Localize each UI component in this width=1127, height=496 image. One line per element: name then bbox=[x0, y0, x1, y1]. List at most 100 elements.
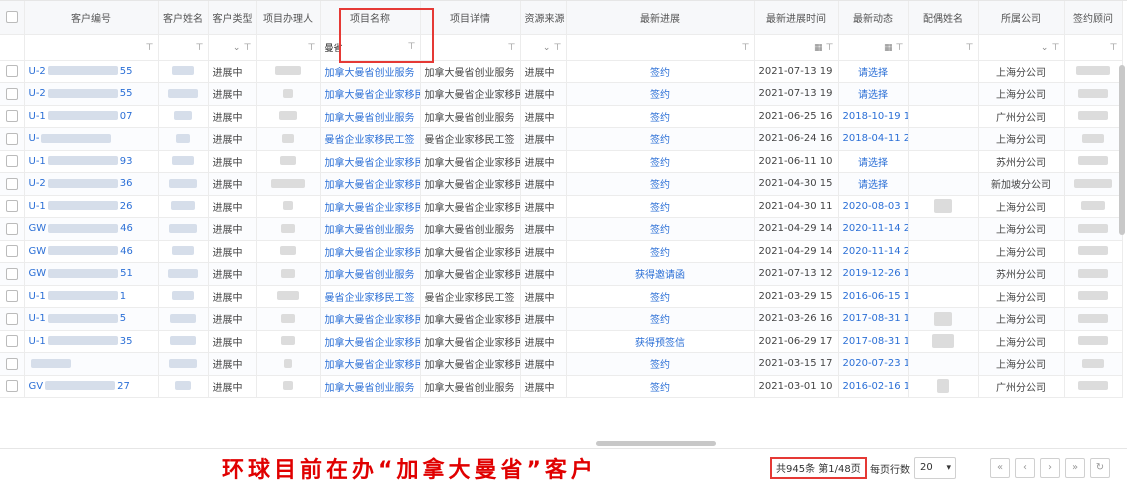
cell-project-name[interactable]: 加拿大曼省企业家移民 bbox=[320, 240, 421, 263]
cell-customer-id[interactable]: U-1 07 bbox=[24, 105, 159, 128]
cell-customer-id[interactable]: GW 46 bbox=[24, 240, 159, 263]
cell-customer-id[interactable]: U-1 93 bbox=[24, 150, 159, 173]
checkbox-icon[interactable] bbox=[5, 380, 18, 393]
cell-latest[interactable]: 2017-08-31 1 bbox=[838, 330, 909, 353]
checkbox-icon[interactable] bbox=[5, 290, 18, 303]
cell-latest[interactable]: 2016-06-15 1 bbox=[838, 285, 909, 308]
filter-cell-progress[interactable]: ⊤ bbox=[566, 34, 755, 61]
cell-progress[interactable]: 签约 bbox=[566, 127, 755, 151]
row-checkbox[interactable] bbox=[0, 105, 25, 128]
cell-latest[interactable]: 2018-10-19 14 bbox=[838, 105, 909, 128]
row-checkbox[interactable] bbox=[0, 172, 25, 196]
funnel-icon[interactable]: ⊤ bbox=[244, 43, 252, 53]
horizontal-scrollbar[interactable] bbox=[596, 441, 716, 446]
checkbox-icon[interactable] bbox=[5, 200, 18, 213]
cell-project-name[interactable]: 加拿大曼省创业服务 bbox=[320, 60, 421, 83]
row-checkbox[interactable] bbox=[0, 150, 25, 173]
checkbox-icon[interactable] bbox=[5, 357, 18, 370]
prev-page-button[interactable]: ‹ bbox=[1015, 458, 1035, 478]
funnel-icon[interactable]: ⊤ bbox=[196, 43, 204, 53]
cell-latest[interactable]: 请选择 bbox=[838, 82, 909, 106]
row-checkbox[interactable] bbox=[0, 127, 25, 151]
column-header-proj-name[interactable]: 项目名称 bbox=[320, 1, 421, 35]
cell-progress[interactable]: 签约 bbox=[566, 105, 755, 128]
checkbox-icon[interactable] bbox=[5, 222, 18, 235]
funnel-icon[interactable]: ⊤ bbox=[146, 43, 154, 53]
cell-customer-id[interactable]: U-1 5 bbox=[24, 307, 159, 331]
cell-project-name[interactable]: 加拿大曼省企业家移民 bbox=[320, 172, 421, 196]
filter-cell-source[interactable]: ⌄ ⊤ bbox=[520, 34, 567, 61]
chevron-down-icon[interactable]: ⌄ bbox=[543, 43, 551, 53]
row-checkbox[interactable] bbox=[0, 307, 25, 331]
cell-project-name[interactable]: 加拿大曼省企业家移民 bbox=[320, 330, 421, 353]
checkbox-icon[interactable] bbox=[5, 65, 18, 78]
table-row[interactable]: GW 46 进展中 加拿大曼省企业家移民 加拿大曼省企业家移民 进展中 签约 2021-04-… bbox=[0, 240, 1123, 263]
filter-cell-advisor[interactable]: ⊤ bbox=[1064, 34, 1123, 61]
calendar-icon[interactable]: ▦ bbox=[814, 43, 823, 53]
table-row[interactable]: GV 27 进展中 加拿大曼省创业服务 加拿大曼省创业服务 进展中 签约 2021-03-01… bbox=[0, 375, 1123, 398]
table-row[interactable]: U- 进展中 曼省企业家移民工签 曼省企业家移民工签 进展中 签约 2021-06-24 1… bbox=[0, 127, 1123, 151]
filter-cell-cust-type[interactable]: ⌄ ⊤ bbox=[208, 34, 257, 61]
funnel-icon[interactable]: ⊤ bbox=[896, 43, 904, 53]
table-row[interactable]: U-1 93 进展中 加拿大曼省企业家移民 加拿大曼省企业家移民 进展中 签约 2021-06… bbox=[0, 150, 1123, 173]
cell-progress[interactable]: 签约 bbox=[566, 150, 755, 173]
table-row[interactable]: GW 51 进展中 加拿大曼省创业服务 加拿大曼省企业家移民 进展中 获得邀请函 2021-0… bbox=[0, 262, 1123, 286]
funnel-icon[interactable]: ⊤ bbox=[966, 43, 974, 53]
checkbox-icon[interactable] bbox=[5, 132, 18, 145]
table-row[interactable]: U-2 36 进展中 加拿大曼省企业家移民 加拿大曼省企业家移民 进展中 签约 2021-04… bbox=[0, 172, 1123, 196]
last-page-button[interactable]: » bbox=[1065, 458, 1085, 478]
column-header-source[interactable]: 资源来源 bbox=[520, 1, 567, 35]
filter-cell-handler[interactable]: ⊤ bbox=[256, 34, 321, 61]
cell-progress[interactable]: 签约 bbox=[566, 217, 755, 241]
row-checkbox[interactable] bbox=[0, 60, 25, 83]
column-header-handler[interactable]: 项目办理人 bbox=[256, 1, 321, 35]
row-checkbox[interactable] bbox=[0, 352, 25, 376]
cell-progress[interactable]: 签约 bbox=[566, 195, 755, 218]
column-header-spouse[interactable]: 配偶姓名 bbox=[908, 1, 979, 35]
checkbox-icon[interactable] bbox=[5, 177, 18, 190]
table-row[interactable]: U-1 07 进展中 加拿大曼省创业服务 加拿大曼省创业服务 进展中 签约 2021-06-2… bbox=[0, 105, 1123, 128]
cell-progress[interactable]: 签约 bbox=[566, 285, 755, 308]
column-header-progress-time[interactable]: 最新进展时间 bbox=[754, 1, 839, 35]
cell-project-name[interactable]: 加拿大曼省创业服务 bbox=[320, 105, 421, 128]
row-checkbox[interactable] bbox=[0, 82, 25, 106]
cell-customer-id[interactable]: U-1 26 bbox=[24, 195, 159, 218]
row-checkbox[interactable] bbox=[0, 240, 25, 263]
chevron-down-icon[interactable]: ⌄ bbox=[233, 43, 241, 53]
vertical-scrollbar[interactable] bbox=[1119, 65, 1125, 235]
select-all-checkbox[interactable] bbox=[0, 1, 25, 35]
cell-customer-id[interactable]: U-2 55 bbox=[24, 60, 159, 83]
cell-project-name[interactable]: 加拿大曼省创业服务 bbox=[320, 262, 421, 286]
cell-latest[interactable]: 请选择 bbox=[838, 172, 909, 196]
funnel-icon[interactable]: ⊤ bbox=[508, 43, 516, 53]
funnel-icon[interactable]: ⊤ bbox=[408, 42, 416, 52]
column-header-company[interactable]: 所属公司 bbox=[978, 1, 1065, 35]
funnel-icon[interactable]: ⊤ bbox=[742, 43, 750, 53]
cell-customer-id[interactable] bbox=[24, 352, 159, 376]
calendar-icon[interactable]: ▦ bbox=[884, 43, 893, 53]
table-row[interactable]: U-2 55 进展中 加拿大曼省企业家移民 加拿大曼省企业家移民 进展中 签约 2021-07… bbox=[0, 82, 1123, 106]
cell-customer-id[interactable]: U-1 35 bbox=[24, 330, 159, 353]
column-header-cust-name[interactable]: 客户姓名 bbox=[158, 1, 209, 35]
row-checkbox[interactable] bbox=[0, 375, 25, 398]
column-header-progress[interactable]: 最新进展 bbox=[566, 1, 755, 35]
row-checkbox[interactable] bbox=[0, 262, 25, 286]
row-checkbox[interactable] bbox=[0, 285, 25, 308]
cell-progress[interactable]: 签约 bbox=[566, 240, 755, 263]
cell-progress[interactable]: 签约 bbox=[566, 82, 755, 106]
cell-latest[interactable]: 2017-08-31 1 bbox=[838, 307, 909, 331]
funnel-icon[interactable]: ⊤ bbox=[1110, 43, 1118, 53]
filter-cell-cust-id[interactable]: ⊤ bbox=[24, 34, 159, 61]
cell-project-name[interactable]: 曼省企业家移民工签 bbox=[320, 127, 421, 151]
funnel-icon[interactable]: ⊤ bbox=[554, 43, 562, 53]
column-header-advisor[interactable]: 签约顾问 bbox=[1064, 1, 1123, 35]
cell-progress[interactable]: 获得预签信 bbox=[566, 330, 755, 353]
row-checkbox[interactable] bbox=[0, 330, 25, 353]
filter-cell-spouse[interactable]: ⊤ bbox=[908, 34, 979, 61]
cell-project-name[interactable]: 加拿大曼省企业家移民 bbox=[320, 150, 421, 173]
row-checkbox[interactable] bbox=[0, 217, 25, 241]
cell-project-name[interactable]: 加拿大曼省创业服务 bbox=[320, 217, 421, 241]
checkbox-icon[interactable] bbox=[5, 110, 18, 123]
funnel-icon[interactable]: ⊤ bbox=[826, 43, 834, 53]
checkbox-icon[interactable] bbox=[5, 335, 18, 348]
